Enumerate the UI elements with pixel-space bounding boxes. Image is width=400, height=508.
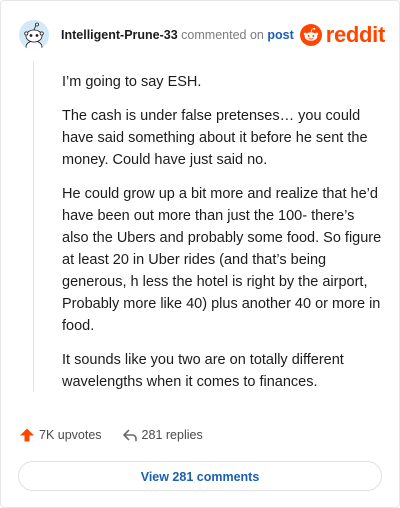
snoo-avatar-icon bbox=[19, 20, 49, 50]
upvote-button[interactable]: 7K upvotes bbox=[19, 427, 102, 443]
comment-body: I’m going to say ESH. The cash is under … bbox=[62, 71, 382, 405]
comment-meta: Intelligent-Prune-33 commented on post bbox=[61, 28, 300, 42]
username-link[interactable]: Intelligent-Prune-33 bbox=[61, 28, 178, 42]
comment-paragraph: The cash is under false pretenses… you c… bbox=[62, 108, 368, 168]
reddit-wordmark: reddit bbox=[325, 22, 386, 47]
reply-count: 281 replies bbox=[141, 428, 203, 442]
comment-paragraph: I’m going to say ESH. bbox=[62, 74, 202, 90]
comment-paragraph: He could grow up a bit more and realize … bbox=[62, 186, 382, 334]
comment-header: Intelligent-Prune-33 commented on post r… bbox=[19, 17, 385, 53]
thread-line bbox=[33, 61, 34, 391]
replies-button[interactable]: 281 replies bbox=[122, 427, 203, 443]
reddit-brand[interactable]: reddit bbox=[299, 22, 386, 48]
comment-card: Intelligent-Prune-33 commented on post r… bbox=[0, 0, 400, 508]
post-link[interactable]: post bbox=[267, 28, 293, 42]
comment-action-text: commented on bbox=[181, 28, 264, 42]
comment-paragraph: It sounds like you two are on totally di… bbox=[62, 352, 344, 390]
comment-actions: 7K upvotes 281 replies bbox=[19, 425, 203, 445]
upvote-arrow-icon bbox=[20, 428, 34, 442]
reply-arrow-icon bbox=[122, 429, 137, 442]
avatar[interactable] bbox=[19, 20, 49, 50]
view-comments-button[interactable]: View 281 comments bbox=[18, 461, 382, 491]
reddit-logo-icon bbox=[299, 24, 322, 46]
upvote-count: 7K upvotes bbox=[39, 428, 102, 442]
